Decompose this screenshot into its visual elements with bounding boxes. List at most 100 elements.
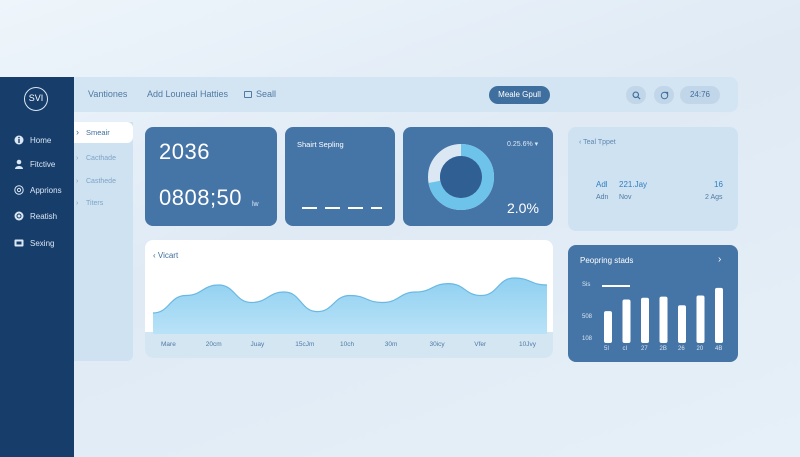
bar-chart-card[interactable]: Peopring stads › Sis 508 108 5I cI 27 2B 26 2… (568, 245, 738, 362)
bar (678, 305, 686, 343)
chevron-right-icon: › (76, 127, 79, 137)
sidebar-item-label: Fitctive (30, 159, 56, 169)
donut-hole (440, 156, 482, 198)
y-label: 108 (582, 336, 593, 342)
placeholder-dash (348, 207, 363, 209)
subnav-item[interactable]: › Cacthade (76, 155, 116, 162)
search-button[interactable] (626, 86, 646, 104)
donut-value: 2.0% (507, 200, 539, 216)
bar (604, 311, 612, 343)
sidebar-item-reatish[interactable]: Reatish (14, 208, 57, 224)
y-label: Sis (582, 282, 591, 288)
bar-x-label: cI (622, 346, 628, 352)
bar-x-label: 20 (696, 346, 704, 352)
sidebar-item-label: Home (30, 135, 52, 145)
chevron-right-icon[interactable]: › (718, 254, 721, 265)
logo[interactable]: SVI (24, 87, 48, 111)
donut-header: 0.25.6% ▾ (507, 141, 539, 148)
header-bar: Vantiones Add Louneal Hatties Seall Meal… (74, 77, 738, 112)
area-chart-card[interactable]: ‹ Vicart Mare 20cm Juay 15cJm 10ch 30m 30icy Vf… (145, 240, 553, 358)
primary-button[interactable]: Meale Gpull (489, 86, 550, 104)
x-tick-label: Mare (161, 341, 176, 348)
x-tick-label: 20cm (205, 341, 222, 348)
time-display[interactable]: 24:76 (680, 86, 720, 104)
refresh-icon (14, 211, 24, 221)
subnav-item-active[interactable]: › Smeair (74, 122, 133, 143)
start-card[interactable]: Shairt Sepling (285, 127, 395, 226)
summary-cell: Nov (619, 194, 632, 201)
subnav: › Smeair › Cacthade › Casthede › Titers (74, 122, 133, 361)
bar-x-label: 26 (678, 346, 685, 352)
chevron-right-icon: › (76, 178, 79, 185)
share-button[interactable] (654, 86, 674, 104)
summary-title-text: Teal Tppet (583, 139, 616, 146)
sidebar-item-label: Sexing (30, 238, 55, 248)
sidebar-item-home[interactable]: Home (14, 132, 51, 148)
stat-value-secondary: 0808;50 (159, 185, 243, 210)
summary-cell: Adl (596, 180, 608, 189)
info-icon (14, 135, 24, 145)
summary-cell: Adn (596, 194, 609, 201)
x-tick-label: 30m (384, 341, 398, 348)
donut-chart (428, 144, 494, 210)
chart-title: ‹ Vicart (153, 251, 179, 260)
bar (715, 287, 723, 343)
user-icon (14, 159, 24, 169)
subnav-item-label: Smeair (86, 128, 110, 137)
card-icon (244, 90, 252, 98)
header-link[interactable]: Vantiones (88, 89, 127, 99)
x-tick-label: 10ch (340, 341, 355, 348)
chevron-right-icon: › (76, 200, 79, 207)
bar (622, 299, 631, 343)
summary-cell: 2 Ags (705, 194, 723, 201)
header-link[interactable]: Add Louneal Hatties (147, 89, 228, 99)
share-icon (660, 91, 668, 99)
subnav-item-label: Casthede (86, 178, 116, 185)
mail-icon (14, 238, 24, 248)
summary-title: ‹ Teal Tppet (579, 139, 616, 146)
donut-header-value: 0.25.6% (507, 141, 533, 148)
x-tick-label: 15cJm (295, 341, 315, 348)
subnav-item-label: Titers (86, 200, 104, 207)
placeholder-dash (371, 207, 382, 209)
chart-title-text: Vicart (157, 251, 179, 260)
bar-x-label: 27 (641, 346, 648, 352)
sidebar-item-sexing[interactable]: Sexing (14, 235, 54, 251)
bar (696, 295, 705, 343)
bar (641, 297, 649, 343)
card-title: Shairt Sepling (297, 140, 344, 149)
donut-card[interactable]: 0.25.6% ▾ 2.0% (403, 127, 553, 226)
bar-x-label: 5I (604, 346, 610, 352)
summary-cell: 16 (714, 180, 723, 189)
sidebar-item-label: Reatish (30, 211, 58, 221)
bar (659, 296, 668, 343)
subnav-item[interactable]: › Casthede (76, 178, 116, 185)
stat-value-primary: 2036 (159, 139, 210, 164)
summary-cell: 221.Jay (619, 180, 648, 189)
bar-chart-title: Peopring stads (580, 256, 634, 265)
bar-chart (604, 287, 723, 343)
y-label: 508 (582, 314, 593, 320)
sidebar-item-apprions[interactable]: Apprions (14, 182, 62, 198)
x-tick-label: Vfer (474, 341, 487, 348)
summary-card[interactable]: ‹ Teal Tppet Adl 221.Jay 16 Adn Nov 2 Ag… (568, 127, 738, 231)
placeholder-dash (325, 207, 340, 209)
bar-x-label: 2B (659, 346, 667, 352)
header-link[interactable]: Seall (244, 89, 276, 99)
globe-icon (14, 185, 24, 195)
x-tick-label: 30icy (429, 341, 445, 348)
sidebar: SVI Home Fitctive Apprions Reatish Sexin… (0, 77, 74, 457)
x-tick-label: Juay (250, 341, 265, 348)
stat-unit: lw (252, 201, 259, 208)
header-link-label: Seall (256, 89, 277, 99)
subnav-item[interactable]: › Titers (76, 200, 104, 207)
sidebar-item-label: Apprions (30, 185, 62, 195)
search-icon (631, 90, 641, 100)
placeholder-dash (302, 207, 317, 209)
sidebar-item-fitctive[interactable]: Fitctive (14, 156, 55, 172)
bar-x-label: 4B (715, 346, 723, 352)
area-chart (153, 277, 547, 334)
chevron-right-icon: › (76, 155, 79, 162)
subnav-item-label: Cacthade (86, 155, 116, 162)
stat-card[interactable]: 2036 0808;50 lw (145, 127, 277, 226)
